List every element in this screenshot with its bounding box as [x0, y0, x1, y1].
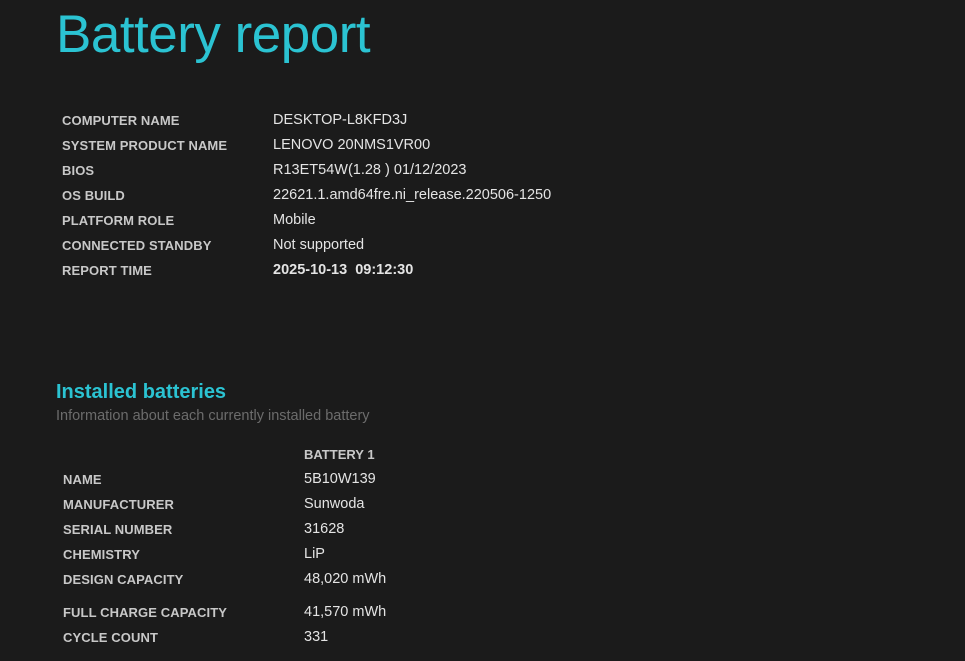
battery-row-chemistry: CHEMISTRY LiP — [63, 542, 663, 567]
battery-row-name: NAME 5B10W139 — [63, 467, 663, 492]
system-info-row-os-build: OS BUILD 22621.1.amd64fre.ni_release.220… — [62, 183, 662, 208]
row-label: MANUFACTURER — [63, 497, 174, 512]
row-label: OS BUILD — [62, 188, 125, 203]
row-label: REPORT TIME — [62, 263, 152, 278]
row-label: CONNECTED STANDBY — [62, 238, 212, 253]
battery-row-design-capacity: DESIGN CAPACITY 48,020 mWh — [63, 567, 663, 592]
battery-row-cycle-count: CYCLE COUNT 331 — [63, 625, 663, 650]
row-label: SERIAL NUMBER — [63, 522, 173, 537]
battery-row-manufacturer: MANUFACTURER Sunwoda — [63, 492, 663, 517]
system-info-row-bios: BIOS R13ET54W(1.28 ) 01/12/2023 — [62, 158, 662, 183]
battery-report-page: Battery report COMPUTER NAME DESKTOP-L8K… — [0, 0, 965, 661]
row-value: R13ET54W(1.28 ) 01/12/2023 — [273, 162, 467, 178]
system-info-row-platform-role: PLATFORM ROLE Mobile — [62, 208, 662, 233]
row-label: CHEMISTRY — [63, 547, 140, 562]
system-info-row-connected-standby: CONNECTED STANDBY Not supported — [62, 233, 662, 258]
row-value: 5B10W139 — [304, 471, 376, 487]
row-value: 31628 — [304, 521, 345, 537]
row-label: PLATFORM ROLE — [62, 213, 175, 228]
battery-column-header: BATTERY 1 — [304, 447, 375, 462]
battery-row-full-charge-capacity: FULL CHARGE CAPACITY 41,570 mWh — [63, 600, 663, 625]
row-value: LiP — [304, 546, 325, 562]
installed-batteries-subtitle: Information about each currently install… — [56, 408, 370, 424]
row-value: 41,570 mWh — [304, 604, 387, 620]
row-value: Mobile — [273, 212, 316, 228]
row-value: DESKTOP-L8KFD3J — [273, 112, 408, 128]
row-label: COMPUTER NAME — [62, 113, 180, 128]
page-title: Battery report — [56, 5, 371, 64]
row-label: DESIGN CAPACITY — [63, 572, 184, 587]
row-value: 22621.1.amd64fre.ni_release.220506-1250 — [273, 187, 552, 203]
row-value: LENOVO 20NMS1VR00 — [273, 137, 431, 153]
row-value: 331 — [304, 629, 329, 645]
row-label: BIOS — [62, 163, 95, 178]
battery-row-serial-number: SERIAL NUMBER 31628 — [63, 517, 663, 542]
system-info-row-product-name: SYSTEM PRODUCT NAME LENOVO 20NMS1VR00 — [62, 133, 662, 158]
installed-batteries-heading: Installed batteries — [56, 381, 227, 403]
row-label: NAME — [63, 472, 102, 487]
row-value: Not supported — [273, 237, 365, 253]
system-info-row-report-time: REPORT TIME 2025-10-13 09:12:30 — [62, 258, 662, 283]
row-label: CYCLE COUNT — [63, 630, 158, 645]
row-value: Sunwoda — [304, 496, 365, 512]
row-label: SYSTEM PRODUCT NAME — [62, 138, 228, 153]
row-label: FULL CHARGE CAPACITY — [63, 605, 228, 620]
system-info-row-computer-name: COMPUTER NAME DESKTOP-L8KFD3J — [62, 108, 662, 133]
row-value: 48,020 mWh — [304, 571, 387, 587]
row-value: 2025-10-13 09:12:30 — [273, 262, 414, 278]
